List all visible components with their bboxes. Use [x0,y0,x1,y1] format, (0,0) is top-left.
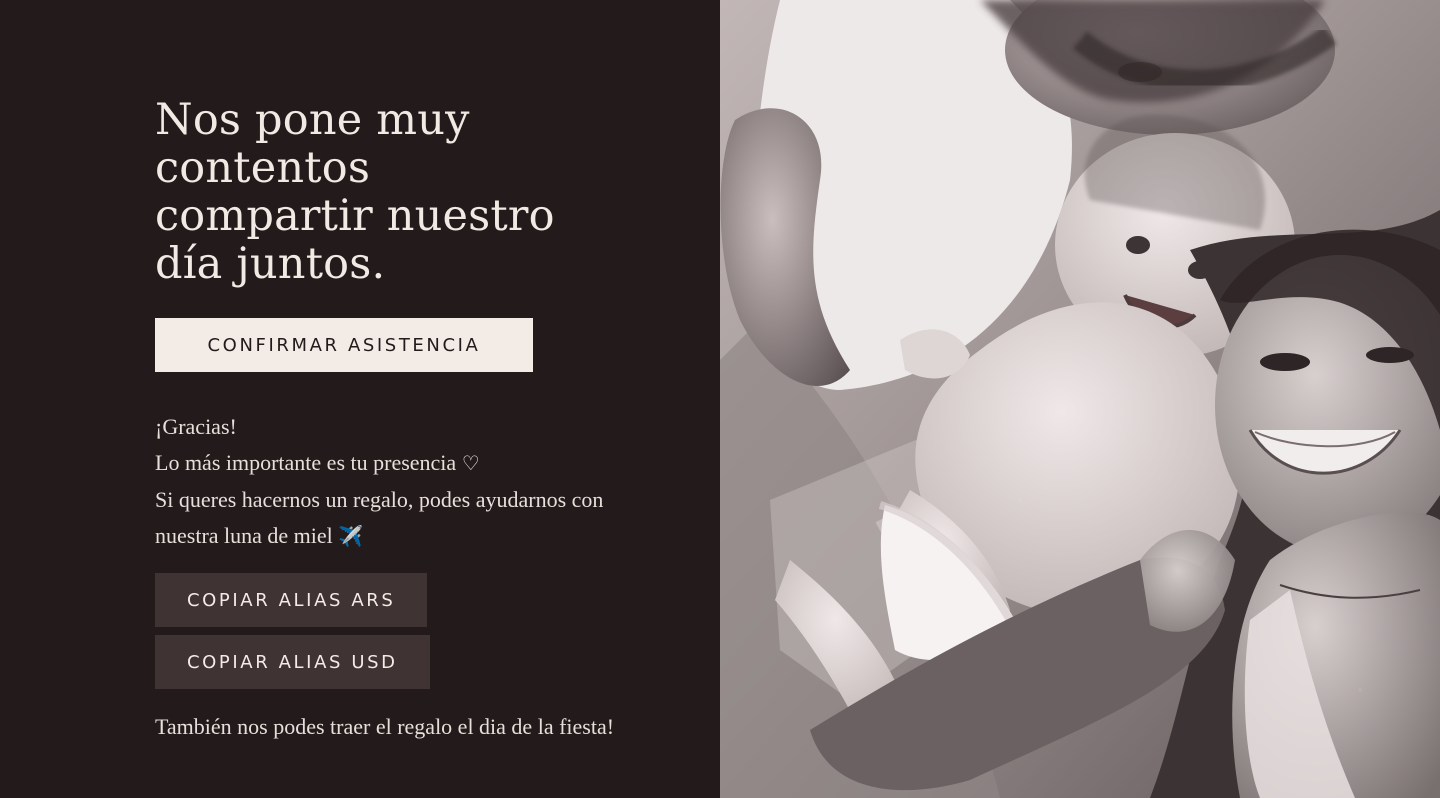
gift-at-party-note: También nos podes traer el regalo el dia… [155,714,615,739]
copy-alias-usd-button[interactable]: COPIAR ALIAS USD [155,635,430,689]
family-photo [720,0,1440,798]
headline: Nos pone muy contentos compartir nuestro… [155,95,555,289]
presence-line: Lo más importante es tu presencia ♡ [155,445,675,482]
honeymoon-line: nuestra luna de miel ✈️ [155,518,675,555]
thanks-line: ¡Gracias! [155,414,237,439]
copy-alias-ars-button[interactable]: COPIAR ALIAS ARS [155,573,428,627]
photo-panel [720,0,1440,798]
rsvp-content: Nos pone muy contentos compartir nuestro… [155,96,675,745]
heart-icon: ♡ [461,453,480,475]
page: Nos pone muy contentos compartir nuestro… [0,0,1440,798]
gift-line: Si queres hacernos un regalo, podes ayud… [155,487,604,512]
gift-message: ¡Gracias! Lo más importante es tu presen… [155,409,675,555]
confirm-attendance-button[interactable]: CONFIRMAR ASISTENCIA [155,318,533,372]
alias-buttons: COPIAR ALIAS ARS COPIAR ALIAS USD [155,573,675,689]
airplane-icon: ✈️ [338,526,364,548]
rsvp-panel: Nos pone muy contentos compartir nuestro… [0,0,720,798]
